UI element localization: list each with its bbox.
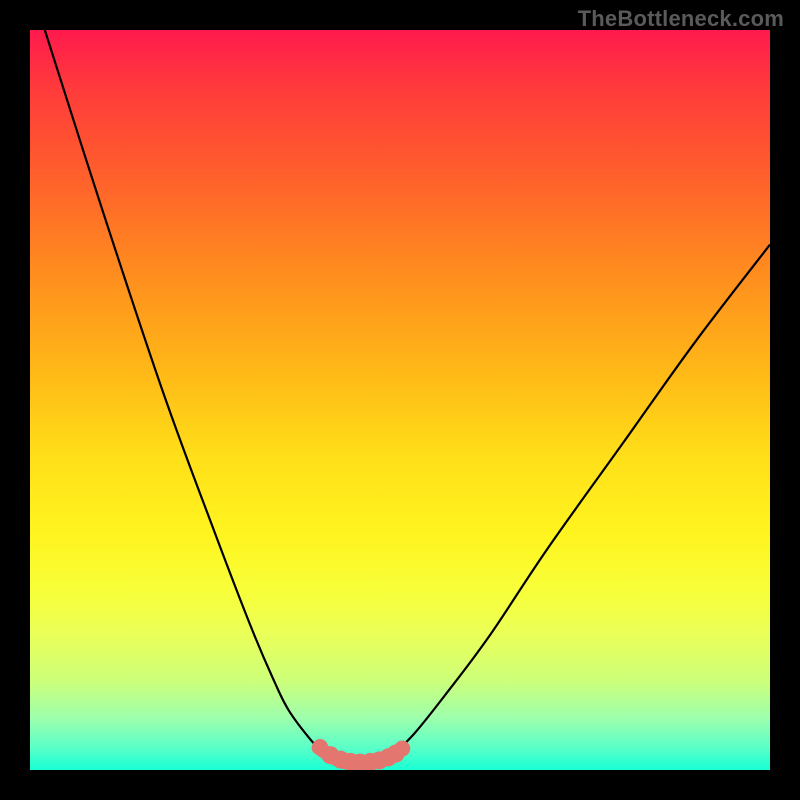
valley-markers [312,739,410,770]
chart-svg [30,30,770,770]
valley-marker-dot [394,741,410,757]
chart-frame: TheBottleneck.com [0,0,800,800]
plot-area [30,30,770,770]
left-curve [45,30,326,755]
right-curve [393,245,770,756]
watermark-text: TheBottleneck.com [578,6,784,32]
